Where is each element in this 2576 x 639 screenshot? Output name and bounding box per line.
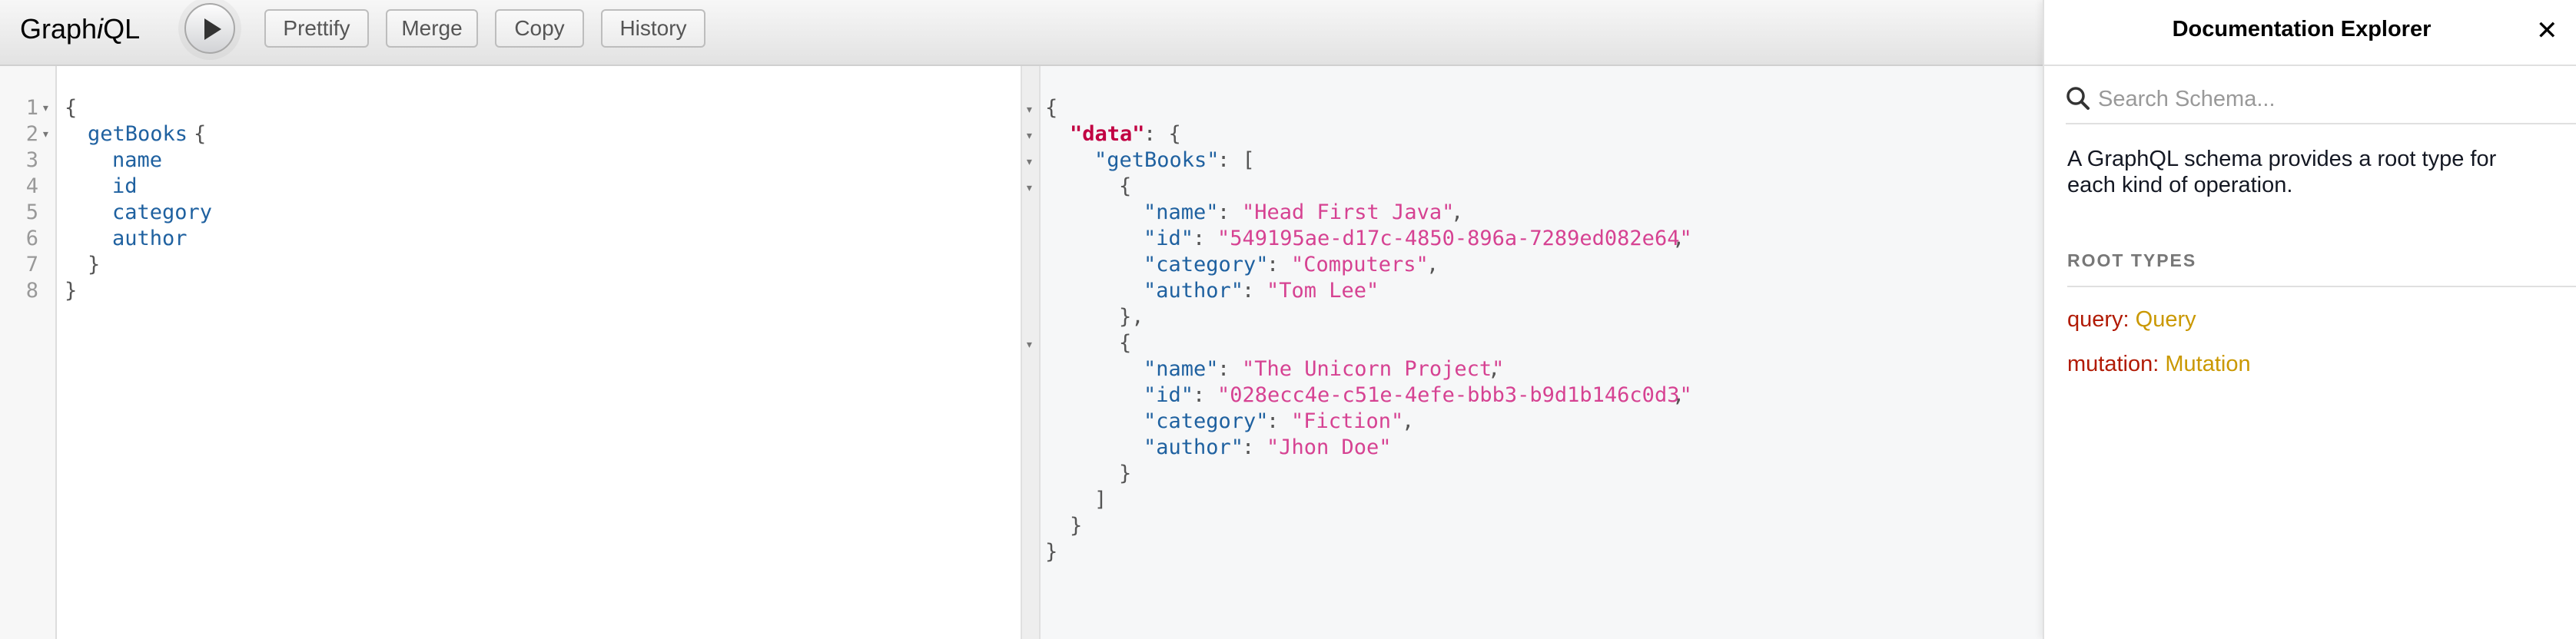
line-number: 3 (25, 148, 38, 172)
json-token: , (1672, 383, 1685, 407)
json-token: : (1266, 409, 1292, 433)
json-token: }, (1119, 305, 1144, 329)
json-token: : (1266, 253, 1292, 276)
json-token: ] (1094, 488, 1107, 512)
root-type-field: mutation (2067, 352, 2153, 376)
json-string: "Computers" (1291, 253, 1429, 276)
docs-title: Documentation Explorer (2172, 17, 2432, 41)
json-string: "Fiction" (1291, 409, 1404, 433)
json-token: , (1672, 227, 1685, 250)
line-number: 2 (25, 122, 38, 146)
query-editor[interactable]: 1 2 3 4 5 6 7 8 ▾ ▾ { getBooks { name id… (0, 66, 1021, 639)
json-token: , (1451, 200, 1464, 224)
json-key: "data" (1070, 122, 1145, 146)
json-string: "549195ae-d17c-4850-896a-7289ed082e64" (1217, 227, 1692, 250)
prettify-button[interactable]: Prettify (264, 9, 369, 48)
fold-toggle-icon[interactable]: ▾ (1025, 332, 1034, 358)
json-string: "028ecc4e-c51e-4efe-bbb3-b9d1b146c0d3" (1217, 383, 1692, 407)
line-number: 5 (25, 200, 38, 224)
fold-toggle-icon[interactable]: ▾ (1025, 123, 1034, 149)
json-token: { (1119, 174, 1132, 198)
root-type-link[interactable]: Query (2136, 307, 2196, 332)
docs-header: Documentation Explorer ✕ (2044, 0, 2576, 66)
root-type-query: query: Query (2067, 307, 2196, 332)
history-button[interactable]: History (601, 9, 705, 48)
json-key: "category" (1144, 409, 1269, 433)
json-token: : (1217, 357, 1243, 381)
schema-search (2066, 80, 2576, 124)
json-token: , (1402, 409, 1415, 433)
editor-divider[interactable]: ▾ ▾ ▾ ▾ ▾ (1021, 66, 1041, 639)
code-token: name (112, 148, 163, 172)
line-number: 6 (25, 227, 38, 250)
execute-query-button[interactable] (184, 3, 235, 54)
json-token: { (1045, 96, 1058, 120)
json-key: "author" (1144, 279, 1244, 303)
code-token: id (112, 174, 138, 198)
play-icon (204, 18, 221, 40)
json-string: "The Unicorn Project" (1242, 357, 1505, 381)
root-type-mutation: mutation: Mutation (2067, 352, 2251, 376)
json-token: , (1426, 253, 1439, 276)
json-key: "id" (1144, 227, 1194, 250)
json-key: "author" (1144, 435, 1244, 459)
code-token: } (65, 279, 78, 303)
json-key: "id" (1144, 383, 1194, 407)
code-token: } (88, 253, 101, 276)
code-token: author (112, 227, 188, 250)
json-key: "name" (1144, 200, 1219, 224)
json-token: : { (1144, 122, 1181, 146)
json-key: "category" (1144, 253, 1269, 276)
line-number: 7 (25, 253, 38, 276)
code-token: category (112, 200, 213, 224)
code-token: { (194, 122, 207, 146)
search-input[interactable] (2098, 83, 2559, 115)
graphiql-logo: GraphiQL (20, 13, 141, 45)
fold-toggle-icon[interactable]: ▾ (1025, 149, 1034, 175)
fold-toggle-icon[interactable]: ▾ (41, 121, 50, 147)
json-token: : (1242, 435, 1267, 459)
section-title: ROOT TYPES (2067, 250, 2197, 270)
schema-description: A GraphQL schema provides a root type fo… (2067, 147, 2497, 197)
json-token: } (1070, 514, 1083, 538)
json-token: : (1193, 227, 1218, 250)
fold-toggle-icon[interactable]: ▾ (41, 95, 50, 121)
json-token: : [ (1217, 148, 1255, 172)
json-key: "getBooks" (1094, 148, 1220, 172)
json-key: "name" (1144, 357, 1219, 381)
line-number: 1 (25, 96, 38, 120)
documentation-explorer: Documentation Explorer ✕ A GraphQL schem… (2043, 0, 2576, 639)
json-token: : (1242, 279, 1267, 303)
code-token: getBooks (88, 122, 188, 146)
json-string: "Head First Java" (1242, 200, 1455, 224)
json-string: "Tom Lee" (1266, 279, 1379, 303)
json-token: } (1045, 540, 1058, 564)
divider (2067, 286, 2576, 287)
json-token: : (1217, 200, 1243, 224)
close-icon[interactable]: ✕ (2536, 15, 2558, 46)
line-number: 8 (25, 279, 38, 303)
json-token: { (1119, 331, 1132, 355)
code-token: { (65, 96, 78, 120)
toolbar: GraphiQL Prettify Merge Copy History (0, 0, 2043, 66)
fold-toggle-icon[interactable]: ▾ (1025, 97, 1034, 123)
merge-button[interactable]: Merge (386, 9, 478, 48)
root-type-field: query (2067, 307, 2123, 332)
result-viewer[interactable]: { "data" : { "getBooks" : [ { "name" : "… (1041, 66, 2043, 639)
json-token: } (1119, 462, 1132, 485)
search-icon (2066, 87, 2090, 110)
fold-toggle-icon[interactable]: ▾ (1025, 175, 1034, 201)
json-token: : (1193, 383, 1218, 407)
json-string: "Jhon Doe" (1266, 435, 1392, 459)
root-type-link[interactable]: Mutation (2165, 352, 2250, 376)
copy-button[interactable]: Copy (495, 9, 584, 48)
line-number: 4 (25, 174, 38, 198)
json-token: , (1488, 357, 1501, 381)
